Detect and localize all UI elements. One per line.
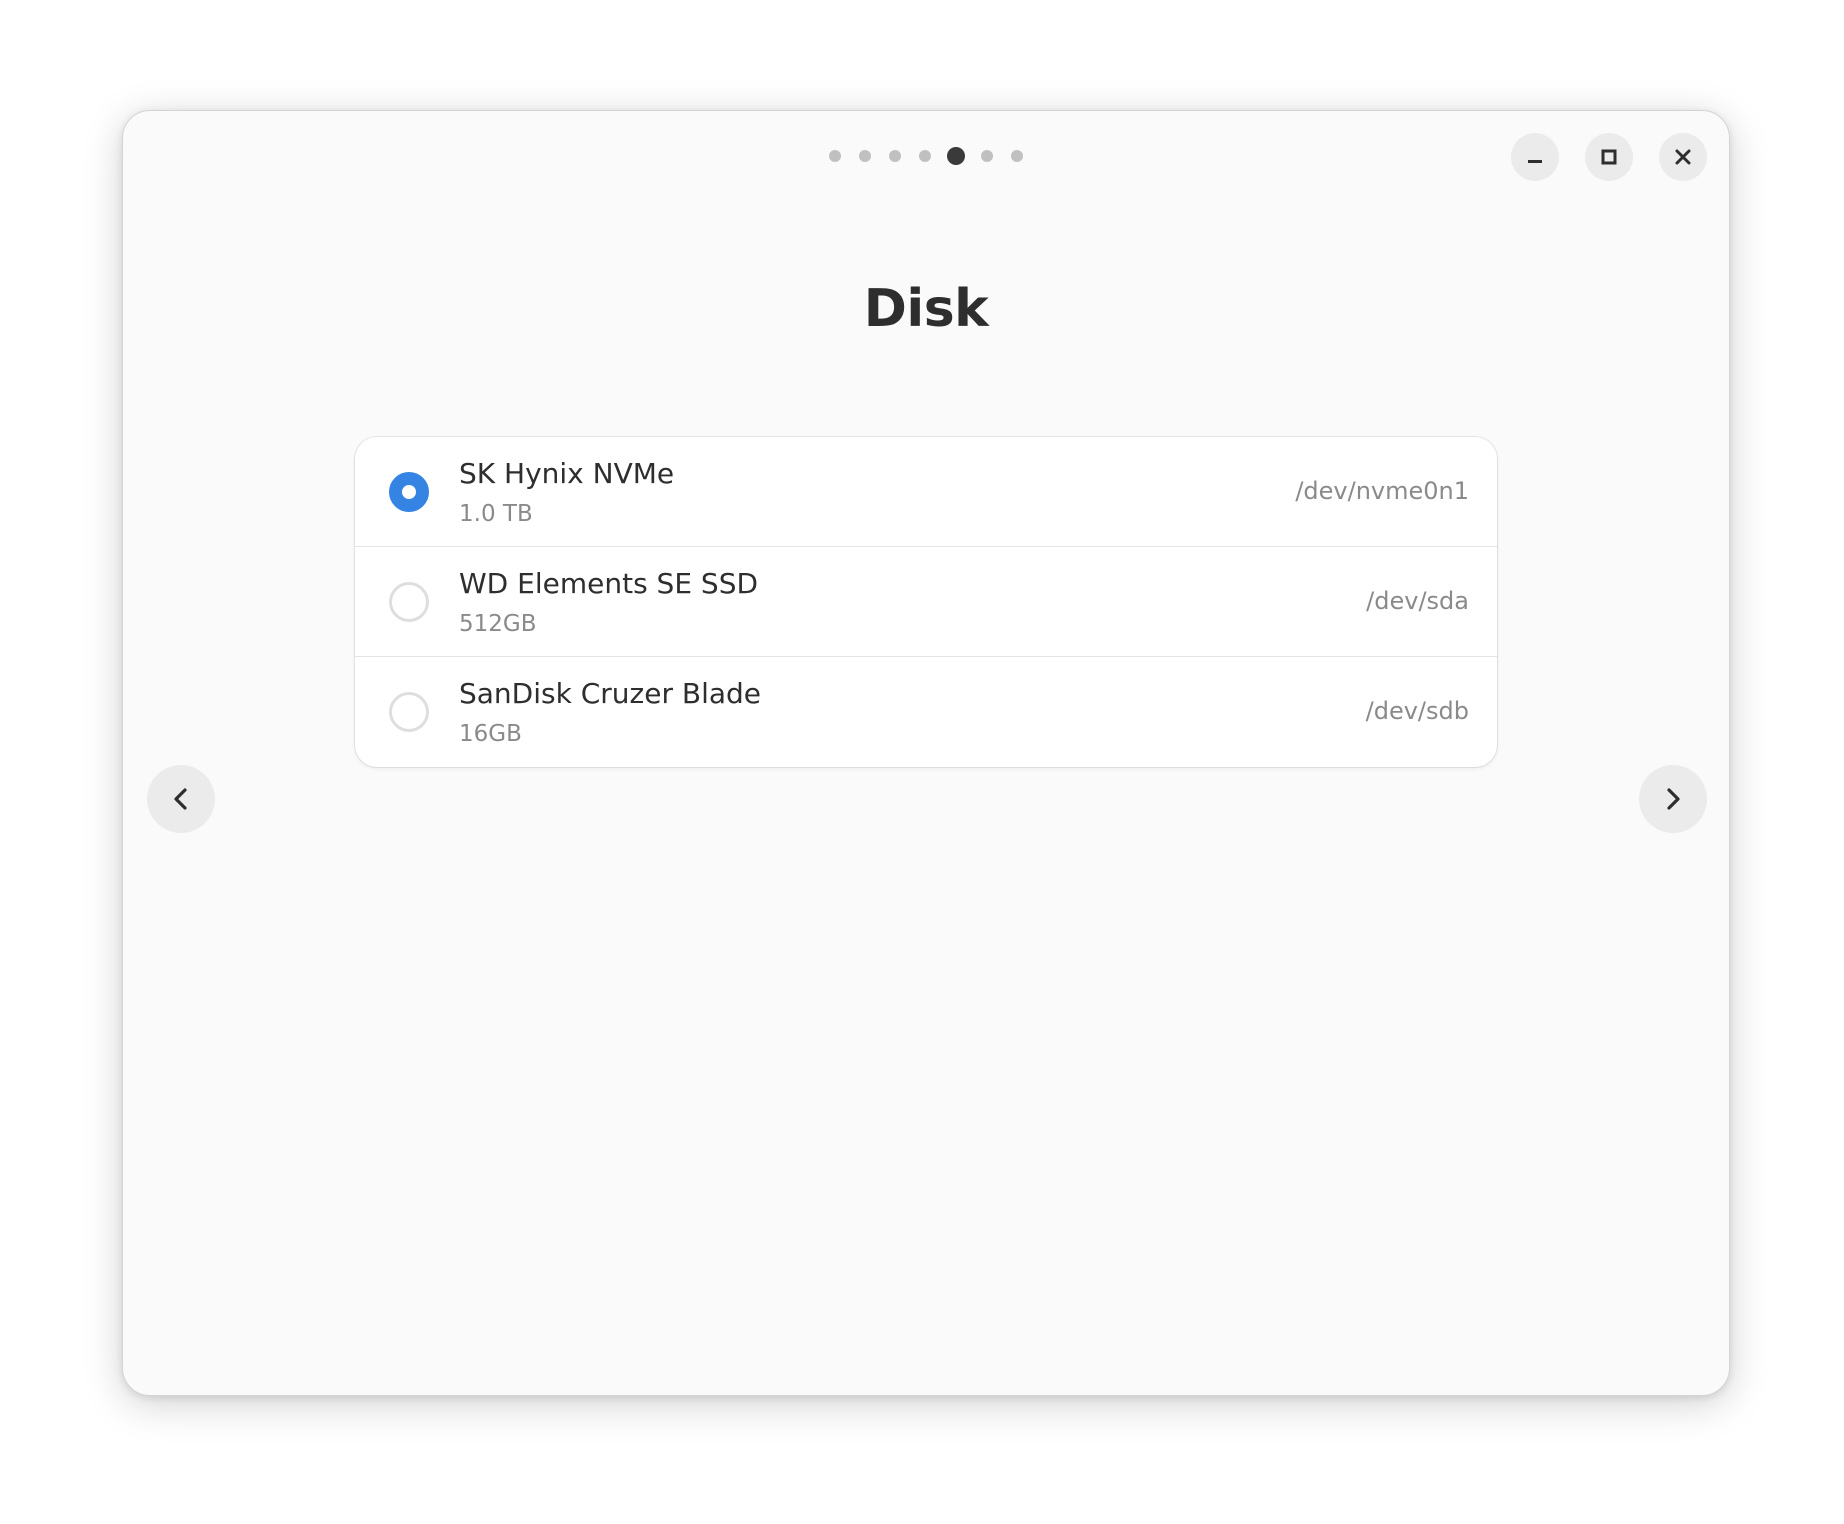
chevron-right-icon <box>1667 788 1680 810</box>
maximize-button[interactable] <box>1585 133 1633 181</box>
page-dot-active[interactable] <box>947 147 965 165</box>
disk-size: 16GB <box>459 721 522 747</box>
disk-name: SanDisk Cruzer Blade <box>459 677 762 710</box>
disk-radio[interactable] <box>389 582 429 622</box>
page-dot[interactable] <box>919 150 931 162</box>
disk-row[interactable]: SK Hynix NVMe 1.0 TB /dev/nvme0n1 <box>355 437 1497 547</box>
page-indicator <box>123 147 1729 165</box>
disk-name: SK Hynix NVMe <box>459 457 675 490</box>
page-dot[interactable] <box>981 150 993 162</box>
next-page-button[interactable] <box>1639 765 1707 833</box>
close-button[interactable] <box>1659 133 1707 181</box>
minimize-icon <box>1528 160 1542 163</box>
disk-row[interactable]: SanDisk Cruzer Blade 16GB /dev/sdb <box>355 657 1497 767</box>
disk-name: WD Elements SE SSD <box>459 567 759 600</box>
disk-device: /dev/nvme0n1 <box>1295 477 1469 505</box>
disk-device: /dev/sda <box>1366 587 1469 615</box>
previous-page-button[interactable] <box>147 765 215 833</box>
page-title: Disk <box>863 279 989 339</box>
disk-size: 512GB <box>459 611 537 637</box>
chevron-left-icon <box>174 788 187 810</box>
maximize-icon <box>1601 149 1617 165</box>
close-icon <box>1675 149 1691 165</box>
page-dot[interactable] <box>859 150 871 162</box>
page-dot[interactable] <box>889 150 901 162</box>
disk-size: 1.0 TB <box>459 501 533 527</box>
disk-row[interactable]: WD Elements SE SSD 512GB /dev/sda <box>355 547 1497 657</box>
disk-device: /dev/sdb <box>1365 697 1469 725</box>
disk-list: SK Hynix NVMe 1.0 TB /dev/nvme0n1 WD Ele… <box>355 437 1497 767</box>
page-dot[interactable] <box>1011 150 1023 162</box>
disk-radio[interactable] <box>389 692 429 732</box>
disk-radio-selected[interactable] <box>389 472 429 512</box>
installer-window: Disk SK Hynix NVMe 1.0 TB /dev/nvme0n1 W… <box>122 110 1730 1396</box>
minimize-button[interactable] <box>1511 133 1559 181</box>
page-dot[interactable] <box>829 150 841 162</box>
